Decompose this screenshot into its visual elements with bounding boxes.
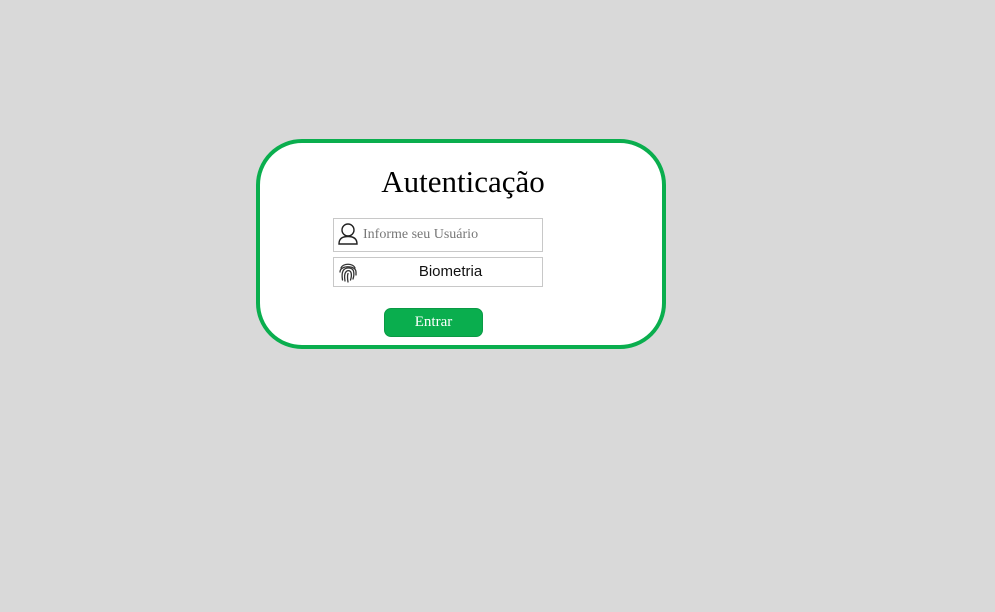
user-icon bbox=[337, 222, 359, 246]
biometrics-label: Biometria bbox=[418, 263, 483, 280]
username-field[interactable] bbox=[333, 218, 543, 252]
fingerprint-icon bbox=[337, 260, 359, 284]
login-card: Autenticação Biometria Entrar bbox=[256, 139, 666, 349]
enter-button[interactable]: Entrar bbox=[384, 308, 483, 337]
biometrics-field[interactable]: Biometria bbox=[333, 257, 543, 287]
page-title: Autenticação bbox=[381, 164, 545, 199]
username-input[interactable] bbox=[363, 221, 539, 249]
